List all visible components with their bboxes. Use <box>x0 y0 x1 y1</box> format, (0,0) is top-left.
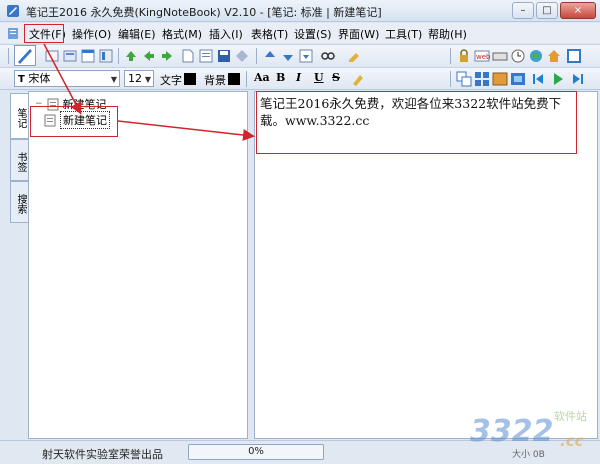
site-watermark: 3322 软件站 .cc <box>470 408 598 460</box>
open-icon[interactable] <box>62 48 78 64</box>
globe-icon[interactable] <box>528 48 544 64</box>
clear-format-icon[interactable] <box>346 48 362 64</box>
note-tree-panel: − 新建笔记 新建笔记 <box>28 91 248 439</box>
menu-format[interactable]: 格式(M) <box>162 26 202 42</box>
web-icon[interactable]: web <box>474 48 490 64</box>
tab-bookmarks[interactable]: 书签 <box>10 139 28 181</box>
clock-icon[interactable] <box>510 48 526 64</box>
window-title: 笔记王2016 永久免费(KingNoteBook) V2.10 - [笔记: … <box>26 6 382 19</box>
bg-color-label: 背景 <box>204 74 226 87</box>
panel-icon[interactable] <box>98 48 114 64</box>
app-icon <box>7 5 19 17</box>
keyboard-icon[interactable] <box>492 48 508 64</box>
title-bar: 笔记王2016 永久免费(KingNoteBook) V2.10 - [笔记: … <box>0 0 600 22</box>
lock-icon[interactable] <box>456 48 472 64</box>
maximize-button[interactable]: □ <box>536 2 558 19</box>
tab-notes[interactable]: 笔记 <box>10 93 28 139</box>
watermark-number: 3322 <box>470 414 554 449</box>
highlighter-icon[interactable] <box>350 71 366 87</box>
menu-insert[interactable]: 插入(I) <box>209 26 243 42</box>
watermark-domain: .cc <box>560 432 584 450</box>
progress-bar: 0% <box>188 444 324 460</box>
format-toolbar: T 宋体 ▼ 12 ▼ 文字 背景 Aa B I U S <box>0 68 600 90</box>
menu-tools[interactable]: 工具(T) <box>385 26 422 42</box>
font-name-value: 宋体 <box>28 72 51 85</box>
font-dialog-button[interactable]: Aa <box>254 71 270 84</box>
tab-search[interactable]: 搜索 <box>10 181 28 223</box>
main-toolbar: web <box>0 44 600 68</box>
editor-highlight-box <box>256 91 577 154</box>
watermark-site: 软件站 <box>554 410 587 423</box>
menu-view[interactable]: 界面(W) <box>338 26 379 42</box>
side-tabs: 笔记 书签 搜索 <box>10 93 28 438</box>
move-up-icon[interactable] <box>262 48 278 64</box>
tree-highlight-box <box>30 106 118 137</box>
italic-button[interactable]: I <box>296 71 301 84</box>
text-color-swatch[interactable] <box>184 73 196 85</box>
copy-window-icon[interactable] <box>456 71 472 87</box>
notebook-icon <box>8 28 18 39</box>
menu-help[interactable]: 帮助(H) <box>428 26 467 42</box>
menu-operate[interactable]: 操作(O) <box>72 26 111 42</box>
diamond-icon[interactable] <box>234 48 250 64</box>
filmstrip-icon[interactable] <box>510 71 526 87</box>
first-page-icon[interactable] <box>530 71 546 87</box>
image-icon[interactable] <box>492 71 508 87</box>
file-menu-highlight <box>24 24 64 43</box>
close-button[interactable]: × <box>560 2 596 19</box>
svg-text:web: web <box>476 53 490 61</box>
new-note-icon[interactable] <box>180 48 196 64</box>
minimize-button[interactable]: – <box>512 2 534 19</box>
chevron-down-icon: ▼ <box>110 75 117 84</box>
move-down-icon[interactable] <box>280 48 296 64</box>
new-notebook-icon[interactable] <box>44 48 60 64</box>
find-icon[interactable] <box>320 48 336 64</box>
bold-button[interactable]: B <box>276 71 285 84</box>
play-icon[interactable] <box>550 71 566 87</box>
chevron-down-icon: ▼ <box>144 75 151 84</box>
menu-settings[interactable]: 设置(S) <box>294 26 332 42</box>
arrow-up-icon[interactable] <box>123 48 139 64</box>
pen-tool-button[interactable] <box>14 45 36 66</box>
status-text: 射天软件实验室荣誉出品 <box>42 448 163 461</box>
strike-button[interactable]: S <box>332 71 340 84</box>
arrow-left-icon[interactable] <box>141 48 157 64</box>
grid-icon[interactable] <box>474 71 490 87</box>
window-layout-icon[interactable] <box>80 48 96 64</box>
save-icon[interactable] <box>216 48 232 64</box>
arrow-right-icon[interactable] <box>159 48 175 64</box>
last-page-icon[interactable] <box>570 71 586 87</box>
pen-icon <box>18 49 32 64</box>
font-size-select[interactable]: 12 ▼ <box>124 70 154 87</box>
home-icon[interactable] <box>546 48 562 64</box>
sort-icon[interactable] <box>298 48 314 64</box>
font-name-select[interactable]: T 宋体 ▼ <box>14 70 120 87</box>
bg-color-swatch[interactable] <box>228 73 240 85</box>
menu-table[interactable]: 表格(T) <box>251 26 288 42</box>
underline-button[interactable]: U <box>314 71 324 84</box>
font-type-icon: T <box>18 74 25 85</box>
text-color-label: 文字 <box>160 74 182 87</box>
font-size-value: 12 <box>128 72 142 85</box>
fullscreen-icon[interactable] <box>566 48 582 64</box>
list-view-icon[interactable] <box>198 48 214 64</box>
menu-bar: 文件(F) 操作(O) 编辑(E) 格式(M) 插入(I) 表格(T) 设置(S… <box>0 23 600 43</box>
progress-label: 0% <box>248 446 264 457</box>
menu-edit[interactable]: 编辑(E) <box>118 26 156 42</box>
